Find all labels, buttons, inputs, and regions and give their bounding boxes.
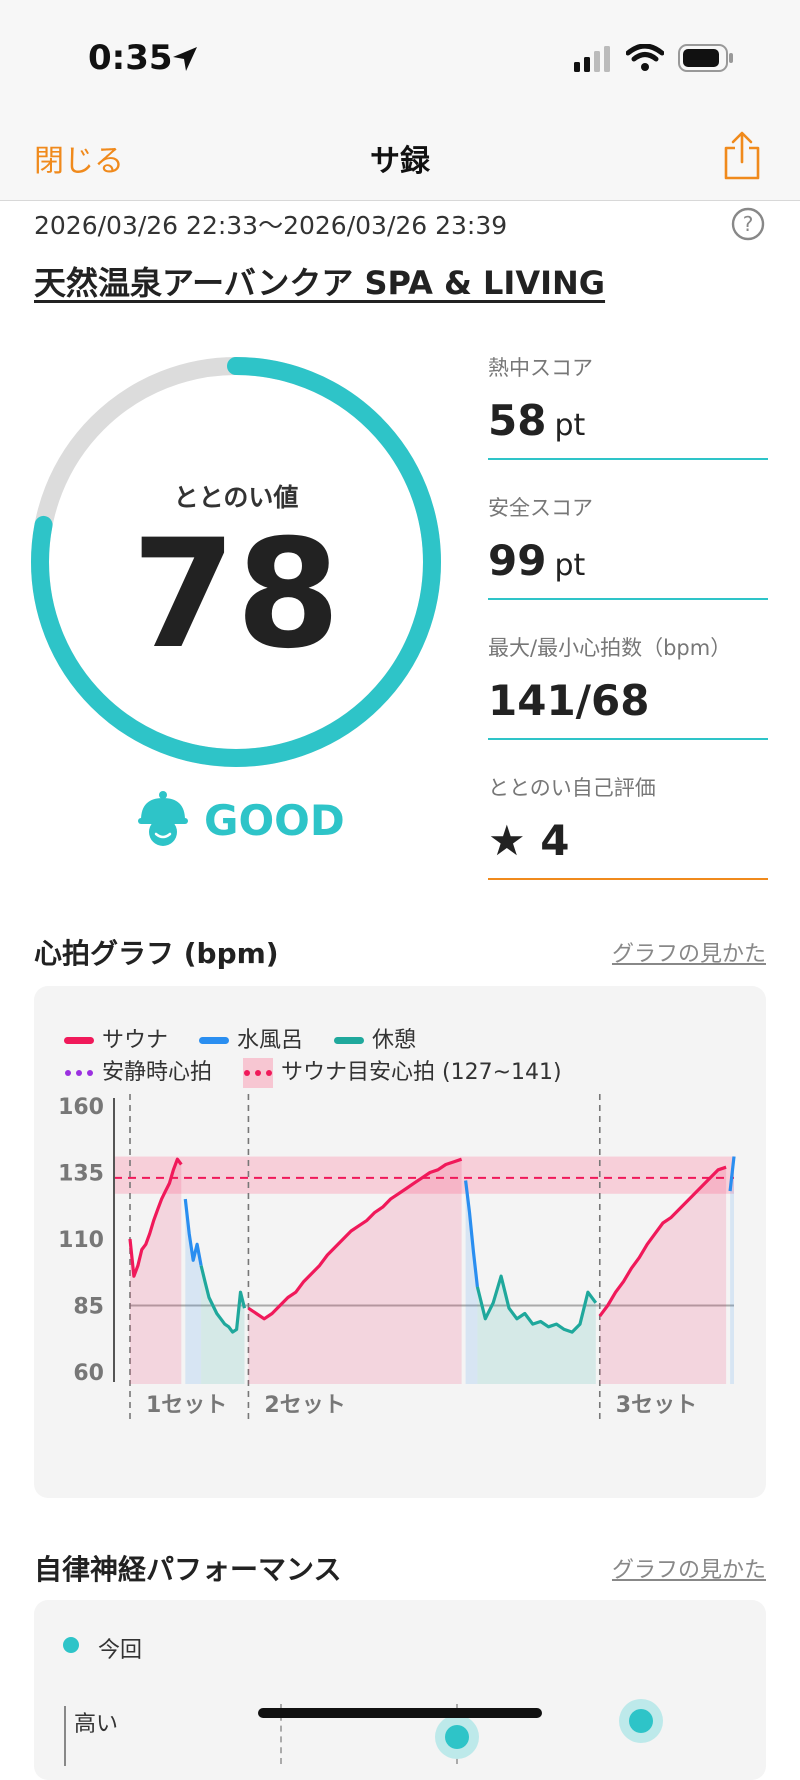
stat-value: 58 pt: [488, 396, 586, 445]
page-title: サ録: [370, 144, 430, 179]
data-point: [619, 1699, 663, 1743]
heart-graph-card: サウナ 水風呂 休憩 安静時心拍 サウナ目安心拍 (127~141) 160 13…: [34, 986, 766, 1498]
heart-graph-title: 心拍グラフ (bpm): [34, 937, 279, 970]
legend-current: 今回: [98, 1638, 143, 1663]
stat-value: ★ 4: [488, 816, 570, 865]
divider: [488, 458, 768, 460]
navigation-bar: 閉じる サ録: [0, 110, 800, 201]
graph-howto-link[interactable]: グラフの見かた: [612, 936, 766, 968]
autonomic-card: 今回 高い: [34, 1600, 766, 1780]
y-tick-label: 135: [58, 1162, 104, 1187]
stat-label: 熱中スコア: [488, 356, 593, 380]
stat-heat-score: 熱中スコア 58 pt: [488, 352, 768, 460]
heart-rate-chart: 160 135 110 85 60 1セット 2セット 3セット: [58, 1094, 736, 1422]
y-tick-label: 110: [58, 1228, 104, 1253]
stat-self-rating[interactable]: ととのい自己評価 ★ 4: [488, 772, 768, 880]
divider: [488, 878, 768, 880]
score-value: 78: [131, 508, 341, 682]
divider: [488, 598, 768, 600]
rating-badge: GOOD: [204, 796, 345, 845]
cellular-signal-icon: [574, 46, 610, 72]
legend-current-dot: [63, 1637, 79, 1653]
session-datetime: 2026/03/26 22:33～2026/03/26 23:39: [34, 211, 508, 240]
share-icon[interactable]: [722, 130, 762, 182]
help-icon[interactable]: ?: [730, 206, 766, 242]
home-indicator: [258, 1708, 542, 1718]
wifi-icon: [626, 44, 664, 71]
stat-value: 141/68: [488, 676, 650, 725]
battery-icon: [678, 44, 733, 72]
set-label: 3セット: [616, 1393, 697, 1418]
sauna-hat-mascot-icon: [138, 791, 188, 846]
venue-link[interactable]: 天然温泉アーバンクア SPA & LIVING: [34, 258, 605, 304]
status-bar: 0:35: [0, 0, 800, 110]
stat-value: 99 pt: [488, 536, 586, 585]
svg-text:?: ?: [743, 212, 754, 236]
stat-safety-score: 安全スコア 99 pt: [488, 492, 768, 600]
y-tick-label: 85: [73, 1295, 104, 1320]
stat-label: 最大/最小心拍数（bpm）: [488, 636, 732, 660]
series-area: [599, 1167, 727, 1384]
stat-heart-rate: 最大/最小心拍数（bpm） 141/68: [488, 632, 768, 740]
stat-label: ととのい自己評価: [488, 776, 656, 800]
y-axis: [64, 1706, 66, 1766]
set-label: 1セット: [146, 1393, 227, 1418]
set-label: 2セット: [264, 1393, 345, 1418]
autonomic-title: 自律神経パフォーマンス: [34, 1553, 342, 1586]
location-arrow-icon: [173, 47, 197, 71]
stat-label: 安全スコア: [488, 496, 593, 520]
autonomic-howto-link[interactable]: グラフの見かた: [612, 1552, 766, 1584]
y-axis-high-label: 高い: [74, 1712, 119, 1737]
stat-unit: pt: [554, 408, 586, 443]
y-tick-label: 160: [58, 1095, 104, 1120]
stat-unit: pt: [554, 548, 586, 583]
divider: [488, 738, 768, 740]
clock: 0:35: [88, 38, 173, 78]
y-tick-label: 60: [73, 1361, 104, 1386]
data-point: [435, 1715, 479, 1759]
